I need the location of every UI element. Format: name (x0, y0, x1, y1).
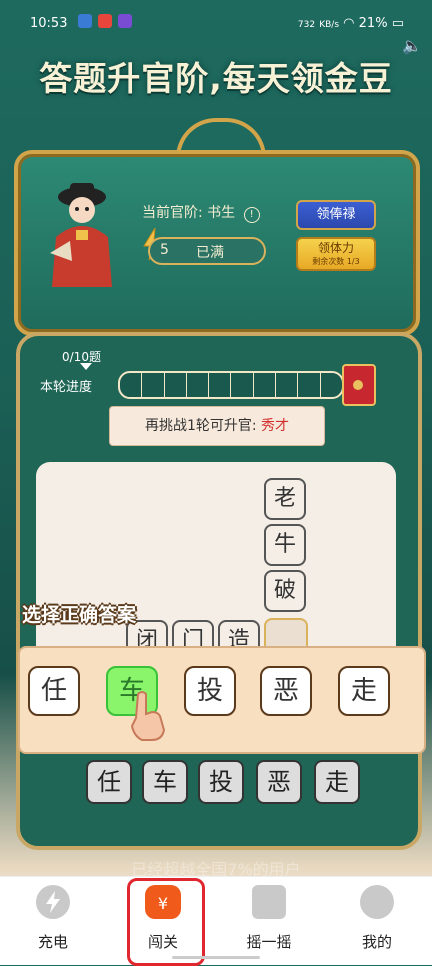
progress-segment (187, 373, 210, 397)
battery-icon: ▭ (391, 16, 404, 31)
official-avatar-icon (50, 183, 112, 287)
answer-tile[interactable]: 任 (86, 760, 132, 804)
progress-segment (120, 373, 143, 397)
progress-marker-icon (80, 363, 92, 370)
guide-text: 选择正确答案 (22, 604, 137, 626)
next-rank: 秀才 (261, 418, 290, 434)
pointing-hand-icon (130, 691, 166, 741)
status-right: 732 KB/s ◠ 21% ▭ (298, 16, 404, 31)
stamina-remaining: 剩余次数 1/3 (312, 257, 360, 266)
nav-charge[interactable]: 充电 (18, 885, 88, 952)
choice-tile[interactable]: 恶 (260, 666, 312, 716)
choice-tile[interactable]: 任 (28, 666, 80, 716)
nav-label: 摇一摇 (246, 933, 292, 951)
bolt-icon (36, 885, 70, 919)
nav-highlight-box (127, 878, 205, 966)
progress-segment (321, 373, 342, 397)
choice-tile[interactable]: 投 (184, 666, 236, 716)
upgrade-hint-text: 再挑战1轮可升官: (144, 418, 257, 434)
net-speed-value: 732 (297, 20, 316, 30)
app-notification-icon (98, 14, 112, 28)
red-packet-icon[interactable] (342, 364, 376, 406)
notification-icon (78, 14, 92, 28)
rank-value: 书生 (207, 205, 236, 221)
status-time: 10:53 (30, 16, 68, 31)
progress-segment (254, 373, 277, 397)
rank-prefix: 当前官阶: (142, 205, 203, 221)
nav-label: 我的 (361, 933, 392, 951)
wifi-icon: ◠ (343, 16, 355, 31)
battery-text: 21% (358, 16, 388, 31)
progress-segment (142, 373, 165, 397)
claim-stamina-button[interactable]: 领体力 剩余次数 1/3 (296, 237, 376, 271)
nav-profile[interactable]: 我的 (342, 885, 412, 952)
progress-segment (209, 373, 232, 397)
progress-segment (165, 373, 187, 397)
answer-tile[interactable]: 投 (198, 760, 244, 804)
answer-tile[interactable]: 走 (314, 760, 360, 804)
stamina-button-label: 领体力 (317, 241, 354, 255)
idiom-tile: 老 (264, 478, 306, 520)
energy-value: 5 (160, 242, 169, 258)
progress-label: 本轮进度 (40, 380, 93, 395)
progress-segment (298, 373, 321, 397)
progress-segment (276, 373, 299, 397)
banner-title: 答题升官阶,每天领金豆 (39, 59, 393, 98)
current-rank: 当前官阶: 书生 ! (142, 202, 260, 223)
progress-bar (118, 371, 344, 399)
nav-label: 充电 (37, 933, 68, 951)
energy-status: 已满 (196, 245, 224, 261)
play-icon (118, 14, 132, 28)
progress-segment (231, 373, 254, 397)
answer-tile[interactable]: 车 (142, 760, 188, 804)
shake-phone-icon (252, 885, 286, 919)
nav-shake[interactable]: 摇一摇 (234, 885, 304, 952)
choice-tile[interactable]: 走 (338, 666, 390, 716)
bottom-nav: 充电 ¥ 闯关 摇一摇 我的 (0, 876, 432, 965)
claim-salary-button[interactable]: 领俸禄 (296, 200, 376, 230)
status-bar: 10:53 732 KB/s ◠ 21% ▭ (0, 0, 432, 48)
status-app-icons (78, 14, 132, 28)
energy-bar: 5 已满 (148, 237, 266, 265)
profile-icon (360, 885, 394, 919)
idiom-tile: 牛 (264, 524, 306, 566)
net-speed-unit: KB/s (319, 20, 340, 30)
upgrade-hint: 再挑战1轮可升官: 秀才 (109, 406, 325, 446)
answer-tile[interactable]: 恶 (256, 760, 302, 804)
home-indicator (172, 956, 260, 959)
info-icon[interactable]: ! (243, 207, 260, 223)
idiom-tile: 破 (264, 570, 306, 612)
